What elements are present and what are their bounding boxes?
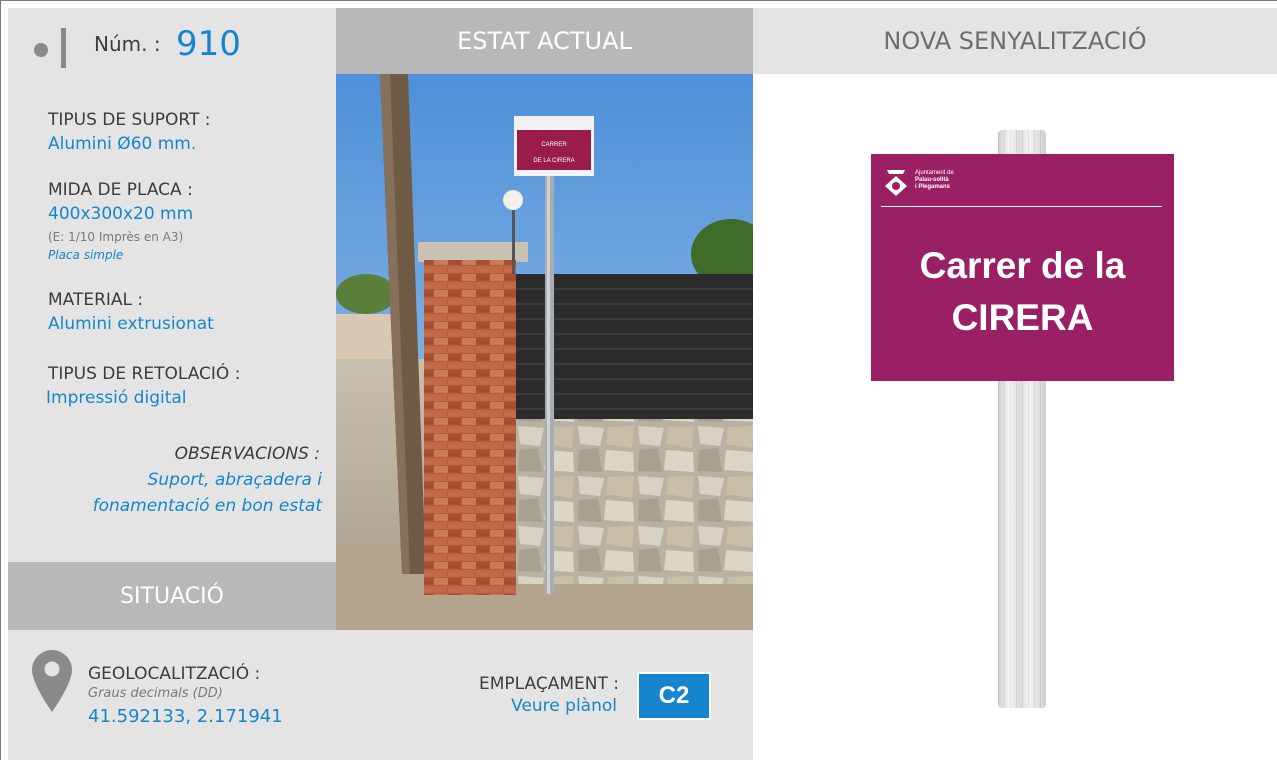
suport-value: Alumini Ø60 mm. <box>48 134 197 154</box>
number-label: Núm. : <box>94 32 161 56</box>
retolacio-label: TIPUS DE RETOLACIÓ : <box>48 364 241 384</box>
observacions-line2: fonamentació en bon estat <box>92 496 322 516</box>
plate-text-line2: CIRERA <box>951 297 1094 338</box>
plate-text-line1: Carrer de la <box>919 245 1126 286</box>
material-value: Alumini extrusionat <box>48 314 214 334</box>
situacio-header: SITUACIÓ <box>8 562 336 630</box>
geolocalitzacio-value: 41.592133, 2.171941 <box>88 706 283 727</box>
emplacament-label: EMPLAÇAMENT : <box>479 674 619 694</box>
nova-senyalitzacio-header: NOVA SENYALITZACIÓ <box>753 8 1277 74</box>
new-sign-plate: Ajuntament de Palau-solità i Plegamans C… <box>871 154 1174 381</box>
retolacio-value: Impressió digital <box>46 388 187 408</box>
photo-sign-line1: CARRER <box>541 142 567 148</box>
plate-street-name: Carrer de la CIRERA <box>871 240 1174 344</box>
ajuntament-logo-icon <box>885 170 907 196</box>
suport-label: TIPUS DE SUPORT : <box>48 110 211 130</box>
number-header: Núm. : 910 <box>8 8 336 74</box>
observacions-line1: Suport, abraçadera i <box>147 470 322 490</box>
bullet-dot-icon <box>34 43 48 57</box>
ajuntament-name: Ajuntament de Palau-solità i Plegamans <box>915 170 954 190</box>
geolocalitzacio-label: GEOLOCALITZACIÓ : <box>88 664 261 684</box>
mida-value: 400x300x20 mm <box>48 204 194 224</box>
situacio-panel: GEOLOCALITZACIÓ : Graus decimals (DD) 41… <box>8 630 753 760</box>
emplacament-code-badge: C2 <box>637 672 711 720</box>
mida-scale: (E: 1/10 Imprès en A3) <box>48 230 184 244</box>
mida-type: Placa simple <box>48 248 124 262</box>
divider-bar <box>61 28 66 68</box>
current-state-photo: CARRER DE LA CIRERA <box>336 74 753 630</box>
number-value: 910 <box>176 24 241 64</box>
mida-label: MIDA DE PLACA : <box>48 180 193 200</box>
material-label: MATERIAL : <box>48 290 144 310</box>
estat-actual-header: ESTAT ACTUAL <box>336 8 753 74</box>
emplacament-link[interactable]: Veure plànol <box>511 696 617 716</box>
geolocalitzacio-format: Graus decimals (DD) <box>88 686 223 701</box>
location-pin-icon <box>32 650 72 712</box>
info-panel: TIPUS DE SUPORT : Alumini Ø60 mm. MIDA D… <box>8 74 336 562</box>
plate-divider <box>881 206 1162 207</box>
photo-sign-line2: DE LA CIRERA <box>533 158 574 164</box>
observacions-label: OBSERVACIONS : <box>174 444 320 464</box>
